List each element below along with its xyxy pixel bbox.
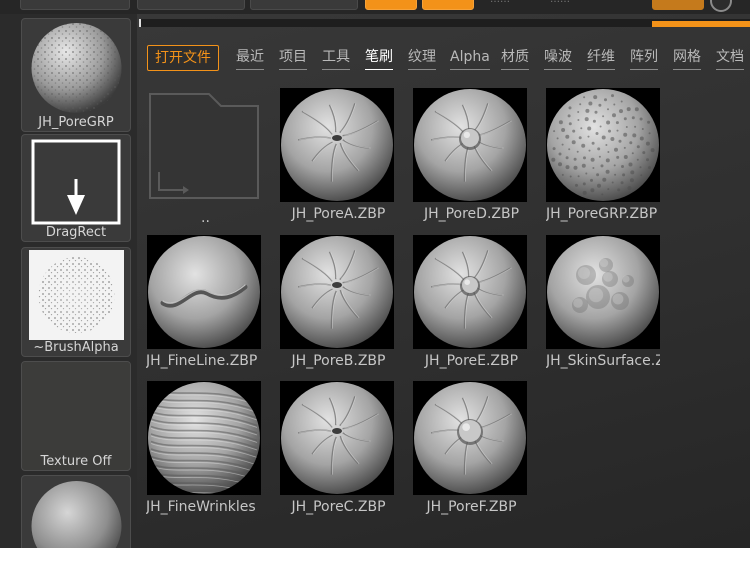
- pore-b-brush-thumbnail-icon: [280, 235, 394, 349]
- fine-line-brush-thumbnail-icon: [147, 235, 261, 349]
- file-type-tabs: 打开文件 最近 项目 工具 笔刷 纹理 Alpha 材质 噪波 纤维 阵列 网格…: [137, 42, 750, 72]
- tab-alpha[interactable]: Alpha: [450, 45, 490, 70]
- brush-file-name: JH_PoreB.ZBP: [291, 353, 386, 369]
- palette-label: DragRect: [45, 225, 107, 240]
- toolbar-orange-button-2[interactable]: [422, 0, 474, 10]
- brush-file-name: JH_PoreC.ZBP: [291, 499, 386, 515]
- toolbar-button-3[interactable]: [250, 0, 358, 10]
- parent-folder-tile[interactable]: ..: [143, 88, 268, 233]
- folder-icon: [149, 93, 259, 199]
- tab-fibers[interactable]: 纤维: [587, 45, 615, 70]
- progress-start-tick: [139, 19, 141, 27]
- left-palette: JH_PoreGRP DragRect ~BrushAlpha Texture …: [0, 14, 137, 548]
- zbrush-window: …… …… JH_PoreGRP: [0, 0, 750, 548]
- brush-file-tile[interactable]: JH_FineWrinkles: [143, 381, 268, 526]
- tab-tool[interactable]: 工具: [322, 45, 350, 70]
- brush-file-tile[interactable]: JH_PoreE.ZBP: [409, 235, 534, 380]
- toolbar-orange-button-1[interactable]: [365, 0, 417, 10]
- brush-file-name: JH_PoreE.ZBP: [424, 353, 519, 369]
- top-toolbar: …… ……: [0, 0, 750, 14]
- tab-texture[interactable]: 纹理: [408, 45, 436, 70]
- pore-d-brush-thumbnail-icon: [413, 88, 527, 202]
- palette-label: ~BrushAlpha: [33, 340, 119, 355]
- toolbar-faded-label-1: ……: [490, 0, 510, 5]
- file-browser-panel: 打开文件 最近 项目 工具 笔刷 纹理 Alpha 材质 噪波 纤维 阵列 网格…: [137, 14, 750, 548]
- brush-alpha-thumbnail-icon: [29, 250, 124, 340]
- tab-recent[interactable]: 最近: [236, 45, 264, 70]
- palette-label: Texture Off: [40, 454, 112, 469]
- texture-off-swatch-icon: [22, 362, 130, 450]
- brush-file-tile[interactable]: JH_PoreA.ZBP: [276, 88, 401, 233]
- toolbar-dim-orange-button[interactable]: [652, 0, 704, 10]
- brush-file-name: JH_PoreD.ZBP: [423, 206, 520, 222]
- brush-file-tile[interactable]: JH_PoreF.ZBP: [409, 381, 534, 526]
- brush-file-name: JH_SkinSurface.ZBP: [546, 353, 660, 369]
- palette-slot-brush-alpha[interactable]: ~BrushAlpha: [21, 247, 131, 357]
- palette-slot-texture-off[interactable]: Texture Off: [21, 361, 131, 471]
- fine-wrinkles-brush-thumbnail-icon: [147, 381, 261, 495]
- tab-brush[interactable]: 笔刷: [365, 45, 393, 70]
- skin-surface-brush-thumbnail-icon: [546, 235, 660, 349]
- parent-folder-label: ..: [201, 210, 210, 226]
- toolbar-button-2[interactable]: [137, 0, 245, 10]
- pore-c-brush-thumbnail-icon: [280, 381, 394, 495]
- brush-file-name: JH_PoreGRP.ZBP: [546, 206, 658, 222]
- toolbar-circle-icon[interactable]: [710, 0, 732, 12]
- pore-grp-brush-thumbnail-icon: [546, 88, 660, 202]
- material-sphere-thumbnail-icon: [29, 478, 124, 548]
- pore-sphere-thumbnail-icon: [29, 22, 124, 117]
- brush-file-tile[interactable]: JH_PoreGRP.ZBP: [542, 88, 667, 233]
- pore-e-brush-thumbnail-icon: [413, 235, 527, 349]
- toolbar-faded-label-2: ……: [550, 0, 570, 5]
- open-file-button[interactable]: 打开文件: [147, 45, 219, 71]
- tab-noise[interactable]: 噪波: [544, 45, 572, 70]
- brush-file-tile[interactable]: JH_PoreD.ZBP: [409, 88, 534, 233]
- tab-project[interactable]: 项目: [279, 45, 307, 70]
- brush-file-tile[interactable]: JH_SkinSurface.ZBP: [542, 235, 667, 380]
- toolbar-button-1[interactable]: [20, 0, 130, 10]
- palette-label: JH_PoreGRP: [38, 115, 114, 130]
- pore-a-brush-thumbnail-icon: [280, 88, 394, 202]
- brush-file-tile[interactable]: JH_PoreB.ZBP: [276, 235, 401, 380]
- progress-fill: [652, 21, 750, 27]
- tab-array[interactable]: 阵列: [630, 45, 658, 70]
- drag-rect-arrow-icon: [31, 139, 121, 225]
- load-progress-bar: [139, 19, 750, 27]
- palette-slot-material[interactable]: [21, 475, 131, 548]
- brush-file-name: JH_PoreA.ZBP: [291, 206, 386, 222]
- pore-f-brush-thumbnail-icon: [413, 381, 527, 495]
- brush-file-tile[interactable]: JH_FineLine.ZBP: [143, 235, 268, 380]
- tab-material[interactable]: 材质: [501, 45, 529, 70]
- brush-file-name: JH_PoreF.ZBP: [426, 499, 517, 515]
- tab-mesh[interactable]: 网格: [673, 45, 701, 70]
- palette-slot-pore-grp[interactable]: JH_PoreGRP: [21, 18, 131, 132]
- brush-file-name: JH_FineWrinkles: [146, 499, 256, 515]
- palette-slot-drag-rect[interactable]: DragRect: [21, 134, 131, 242]
- tab-document[interactable]: 文档: [716, 45, 744, 70]
- brush-file-name: JH_FineLine.ZBP: [146, 353, 258, 369]
- brush-file-tile[interactable]: JH_PoreC.ZBP: [276, 381, 401, 526]
